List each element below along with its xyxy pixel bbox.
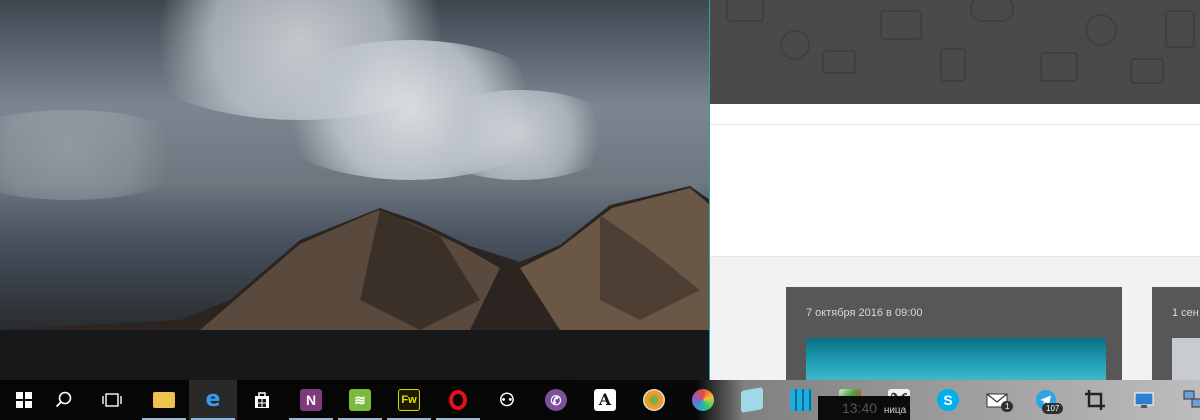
taskbar-app-font[interactable]: A bbox=[581, 380, 629, 420]
article-date: 1 сен bbox=[1172, 307, 1199, 319]
font-app-icon: A bbox=[594, 389, 616, 411]
task-view-icon bbox=[102, 393, 122, 407]
taskbar-app-opera[interactable] bbox=[434, 380, 482, 420]
article-card[interactable]: 7 октября 2016 в 09:00 bbox=[786, 287, 1122, 380]
contacts-icon: ⚇ bbox=[498, 390, 516, 410]
edge-icon: e bbox=[205, 387, 221, 412]
taskbar-app-mail[interactable]: 1 bbox=[973, 380, 1021, 420]
article-date: 7 октября 2016 в 09:00 bbox=[806, 307, 923, 319]
taskbar-app-rss[interactable]: ≋ bbox=[336, 380, 384, 420]
taskbar-app-viber[interactable]: ✆ bbox=[532, 380, 580, 420]
network-icon bbox=[1183, 390, 1200, 408]
taskbar-app-explorer[interactable] bbox=[140, 380, 188, 420]
fireworks-label: Fw bbox=[401, 393, 417, 406]
search-button[interactable] bbox=[40, 380, 88, 420]
store-icon bbox=[255, 392, 269, 408]
taskbar-app-contacts[interactable]: ⚇ bbox=[483, 380, 531, 420]
xnview-icon bbox=[643, 389, 665, 411]
skype-icon: S bbox=[937, 389, 959, 411]
taskbar: e N ≋ Fw ⚇ ✆ A S 1 107 bbox=[0, 380, 1200, 420]
file-explorer-icon bbox=[153, 392, 175, 408]
taskbar-app-paint[interactable] bbox=[679, 380, 727, 420]
magnifier-icon bbox=[55, 391, 72, 408]
taskbar-app-skype[interactable]: S bbox=[924, 380, 972, 420]
preview-clock-text: 13:40 bbox=[842, 400, 878, 416]
browser-page: 7 октября 2016 в 09:00 1 сен bbox=[710, 0, 1200, 380]
paint-icon bbox=[692, 389, 714, 411]
article-card[interactable]: 1 сен bbox=[1152, 287, 1200, 380]
taskbar-preview-fragment: 13:40 ница bbox=[818, 396, 910, 420]
fireworks-icon: Fw bbox=[398, 389, 420, 411]
onenote-icon: N bbox=[300, 389, 322, 411]
taskbar-app-xnview[interactable] bbox=[630, 380, 678, 420]
telegram-badge: 107 bbox=[1042, 403, 1064, 414]
task-view-button[interactable] bbox=[88, 380, 136, 420]
taskbar-app-edge[interactable]: e bbox=[189, 380, 237, 420]
taskbar-app-notepad[interactable] bbox=[728, 380, 776, 420]
notepad-icon bbox=[741, 387, 763, 413]
windows-logo-icon bbox=[16, 392, 32, 408]
mountain-illustration bbox=[0, 186, 710, 380]
taskbar-app-fireworks[interactable]: Fw bbox=[385, 380, 433, 420]
azure-storage-icon bbox=[790, 389, 812, 411]
crop-tool-icon bbox=[1085, 390, 1105, 410]
taskbar-app-store[interactable] bbox=[238, 380, 286, 420]
taskbar-app-telegram[interactable]: 107 bbox=[1022, 380, 1070, 420]
article-thumbnail[interactable] bbox=[806, 338, 1106, 380]
taskbar-app-crop[interactable] bbox=[1071, 380, 1119, 420]
taskbar-app-remote-desktop[interactable] bbox=[1120, 380, 1168, 420]
remote-desktop-icon bbox=[1134, 392, 1154, 408]
preview-caption-text: ница bbox=[883, 405, 907, 416]
taskbar-app-network[interactable] bbox=[1169, 380, 1200, 420]
taskbar-app-onenote[interactable]: N bbox=[287, 380, 335, 420]
page-content-area bbox=[710, 104, 1200, 256]
rss-reader-icon: ≋ bbox=[349, 389, 371, 411]
viber-icon: ✆ bbox=[545, 389, 567, 411]
desktop-wallpaper bbox=[0, 0, 710, 380]
page-header-banner bbox=[710, 0, 1200, 104]
article-thumbnail[interactable] bbox=[1172, 338, 1200, 380]
opera-icon bbox=[449, 390, 467, 410]
mail-badge: 1 bbox=[1001, 401, 1014, 412]
